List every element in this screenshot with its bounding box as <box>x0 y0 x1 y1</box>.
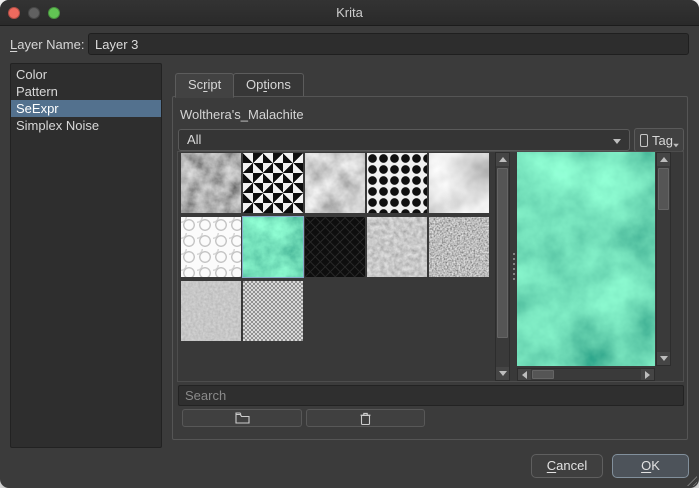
generator-list-item-simplex-noise[interactable]: Simplex Noise <box>11 117 161 134</box>
tag-filter-combobox[interactable]: All <box>178 129 630 151</box>
pattern-thumbnail-halftone-gray[interactable] <box>243 281 303 341</box>
pattern-thumbnail-speckle-noise[interactable] <box>429 217 489 277</box>
current-pattern-name: Wolthera's_Malachite <box>180 107 304 122</box>
pattern-thumbnail-malachite-green[interactable] <box>243 217 303 277</box>
window-title: Krita <box>0 5 699 20</box>
preview-horizontal-scrollbar[interactable] <box>517 368 655 381</box>
tab-options[interactable]: Options <box>233 73 304 97</box>
grid-vertical-scrollbar[interactable] <box>495 152 510 381</box>
titlebar: Krita <box>0 0 699 26</box>
preview-vscroll-thumb[interactable] <box>658 168 669 210</box>
generator-list-item-pattern[interactable]: Pattern <box>11 83 161 100</box>
pattern-search-input[interactable] <box>178 385 684 406</box>
pattern-thumbnail-gray-marble[interactable] <box>305 153 365 213</box>
layer-name-label: Layer Name: <box>10 37 84 52</box>
pattern-thumbnail-soft-smoke[interactable] <box>429 153 489 213</box>
generator-list-item-seexpr[interactable]: SeExpr <box>11 100 161 117</box>
scroll-down-button[interactable] <box>657 352 670 365</box>
generator-list[interactable]: ColorPatternSeExprSimplex Noise <box>10 63 162 448</box>
chevron-down-icon <box>673 144 679 148</box>
tag-button-label: Tag <box>652 133 673 148</box>
tag-icon <box>640 134 648 147</box>
pattern-thumbnail-bw-geometric[interactable] <box>243 153 303 213</box>
cancel-button[interactable]: Cancel <box>531 454 603 478</box>
delete-resource-button[interactable] <box>306 409 425 427</box>
scroll-left-button[interactable] <box>518 369 531 380</box>
pattern-thumbnail-dark-maze[interactable] <box>305 217 365 277</box>
import-resource-button[interactable] <box>182 409 302 427</box>
tab-script[interactable]: Script <box>175 73 234 98</box>
chevron-down-icon <box>613 139 621 144</box>
preview-hscroll-thumb[interactable] <box>532 370 554 379</box>
layer-name-input[interactable] <box>88 33 689 55</box>
ok-button[interactable]: OK <box>612 454 689 478</box>
scroll-down-button[interactable] <box>496 367 509 380</box>
pattern-thumbnail-gray-weave[interactable] <box>181 281 241 341</box>
tag-filter-value: All <box>187 132 201 147</box>
scroll-right-button[interactable] <box>641 369 654 380</box>
pattern-thumbnail-black-dots[interactable] <box>367 153 427 213</box>
tag-button[interactable]: Tag <box>634 128 684 152</box>
pattern-preview-image <box>517 152 655 366</box>
pattern-thumbnail-white-rings[interactable] <box>181 217 241 277</box>
scroll-up-button[interactable] <box>657 153 670 166</box>
trash-icon <box>360 412 371 425</box>
grid-scrollbar-thumb[interactable] <box>497 168 508 338</box>
folder-icon <box>235 412 250 424</box>
resize-grip[interactable] <box>687 476 697 486</box>
krita-dialog-window: Krita Layer Name: ColorPatternSeExprSimp… <box>0 0 699 488</box>
preview-vertical-scrollbar[interactable] <box>656 152 671 366</box>
generator-list-item-color[interactable]: Color <box>11 66 161 83</box>
pattern-chooser <box>177 151 684 382</box>
pattern-thumbnail-concrete[interactable] <box>367 217 427 277</box>
pattern-thumbnail-dark-clouds[interactable] <box>181 153 241 213</box>
scroll-up-button[interactable] <box>496 153 509 166</box>
